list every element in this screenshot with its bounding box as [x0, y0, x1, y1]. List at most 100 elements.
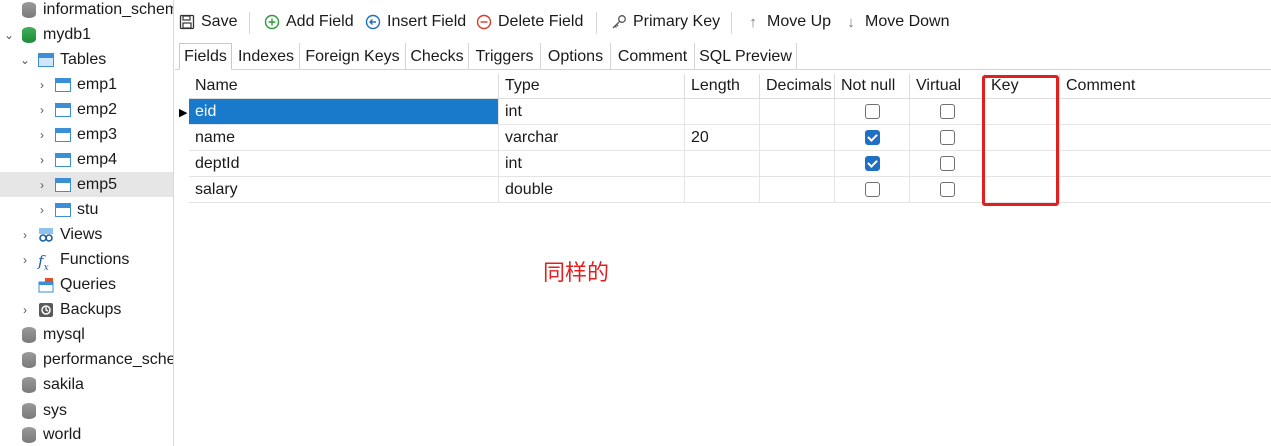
field-length-cell[interactable]	[685, 177, 760, 203]
tree-item-label: stu	[77, 200, 99, 218]
field-name-cell[interactable]: deptId	[189, 151, 499, 177]
virtual-cell	[910, 151, 985, 177]
insert-field-button[interactable]: Insert Field	[364, 6, 466, 38]
tab-triggers[interactable]: Triggers	[469, 43, 541, 70]
chevron-right-icon[interactable]: ›	[36, 78, 48, 92]
tab-comment[interactable]: Comment	[611, 43, 695, 70]
arrow-down-icon: ↓	[847, 13, 855, 31]
field-length-cell[interactable]: 20	[685, 125, 760, 151]
column-header-virtual[interactable]: Virtual	[910, 74, 985, 99]
tab-options[interactable]: Options	[541, 43, 611, 70]
table-icon	[55, 127, 71, 142]
not-null-checkbox[interactable]	[864, 130, 880, 145]
tree-item-performance-schema[interactable]: performance_schema	[0, 347, 173, 372]
backup-icon	[38, 302, 54, 318]
tree-item-sys[interactable]: sys	[0, 398, 173, 423]
column-header-comment[interactable]: Comment	[1060, 74, 1271, 99]
virtual-checkbox[interactable]	[939, 130, 955, 145]
tree-item-tables[interactable]: ⌄ Tables	[0, 47, 173, 72]
tree-item-emp1[interactable]: › emp1	[0, 72, 173, 97]
not-null-checkbox[interactable]	[864, 182, 880, 197]
database-open-icon	[22, 26, 36, 43]
virtual-cell	[910, 177, 985, 203]
tree-item-label: mysql	[43, 325, 85, 343]
tree-item-views[interactable]: › Views	[0, 222, 173, 247]
column-header-name[interactable]: Name	[189, 74, 499, 99]
field-type-cell[interactable]: varchar	[499, 125, 685, 151]
toolbar-divider	[249, 12, 250, 34]
tree-item-mysql[interactable]: mysql	[0, 322, 173, 347]
field-comment-cell[interactable]	[1060, 99, 1271, 125]
table-designer: Save Add Field Insert Field Delete Field	[175, 0, 1271, 446]
primary-key-button[interactable]: Primary Key	[610, 6, 720, 38]
delete-field-label: Delete Field	[498, 13, 584, 30]
field-comment-cell[interactable]	[1060, 177, 1271, 203]
tree-item-sakila[interactable]: sakila	[0, 372, 173, 397]
tab-indexes[interactable]: Indexes	[233, 43, 300, 70]
tree-item-emp3[interactable]: › emp3	[0, 122, 173, 147]
tree-item-functions[interactable]: › fx Functions	[0, 247, 173, 273]
chevron-down-icon[interactable]: ⌄	[3, 28, 15, 42]
not-null-checkbox[interactable]	[864, 156, 880, 171]
views-icon	[38, 227, 54, 243]
tree-item-information-schema[interactable]: information_schema	[0, 0, 173, 22]
tab-sql-preview[interactable]: SQL Preview	[695, 43, 797, 70]
field-type-cell[interactable]: int	[499, 151, 685, 177]
field-length-cell[interactable]	[685, 99, 760, 125]
toolbar-divider	[731, 12, 732, 34]
column-header-not-null[interactable]: Not null	[835, 74, 910, 99]
field-name-cell[interactable]: name	[189, 125, 499, 151]
column-header-type[interactable]: Type	[499, 74, 685, 99]
save-button[interactable]: Save	[178, 6, 237, 38]
tab-fields[interactable]: Fields	[179, 43, 232, 70]
field-comment-cell[interactable]	[1060, 125, 1271, 151]
tree-item-queries[interactable]: Queries	[0, 272, 173, 297]
field-type-cell[interactable]: int	[499, 99, 685, 125]
arrow-up-icon: ↑	[749, 13, 757, 31]
tree-item-emp2[interactable]: › emp2	[0, 97, 173, 122]
chevron-down-icon[interactable]: ⌄	[19, 53, 31, 67]
field-decimals-cell[interactable]	[760, 125, 835, 151]
tree-item-stu[interactable]: › stu	[0, 197, 173, 222]
delete-field-button[interactable]: Delete Field	[475, 6, 583, 38]
tree-item-emp5[interactable]: › emp5	[0, 172, 173, 197]
move-up-button[interactable]: ↑ Move Up	[744, 6, 831, 38]
field-decimals-cell[interactable]	[760, 99, 835, 125]
virtual-cell	[910, 99, 985, 125]
tree-item-backups[interactable]: › Backups	[0, 297, 173, 322]
column-header-length[interactable]: Length	[685, 74, 760, 99]
chevron-right-icon[interactable]: ›	[36, 128, 48, 142]
field-name-cell[interactable]: eid	[189, 99, 499, 125]
field-name-cell[interactable]: salary	[189, 177, 499, 203]
virtual-checkbox[interactable]	[939, 104, 955, 119]
add-field-button[interactable]: Add Field	[263, 6, 354, 38]
chevron-right-icon[interactable]: ›	[19, 228, 31, 242]
virtual-checkbox[interactable]	[939, 156, 955, 171]
tree-item-mydb1[interactable]: ⌄ mydb1	[0, 22, 173, 47]
field-decimals-cell[interactable]	[760, 177, 835, 203]
tab-checks[interactable]: Checks	[406, 43, 469, 70]
not-null-checkbox[interactable]	[864, 104, 880, 119]
chevron-right-icon[interactable]: ›	[36, 153, 48, 167]
column-header-decimals[interactable]: Decimals	[760, 74, 835, 99]
move-down-button[interactable]: ↓ Move Down	[842, 6, 949, 38]
chevron-right-icon[interactable]: ›	[19, 303, 31, 317]
field-length-cell[interactable]	[685, 151, 760, 177]
virtual-checkbox[interactable]	[939, 182, 955, 197]
remove-circle-icon	[475, 13, 493, 31]
tab-foreign-keys[interactable]: Foreign Keys	[300, 43, 406, 70]
chevron-right-icon[interactable]: ›	[36, 178, 48, 192]
chevron-right-icon[interactable]: ›	[36, 203, 48, 217]
tree-item-emp4[interactable]: › emp4	[0, 147, 173, 172]
field-decimals-cell[interactable]	[760, 151, 835, 177]
chevron-right-icon[interactable]: ›	[19, 253, 31, 267]
field-comment-cell[interactable]	[1060, 151, 1271, 177]
database-icon	[22, 402, 36, 419]
chevron-right-icon[interactable]: ›	[36, 103, 48, 117]
database-icon	[22, 351, 36, 368]
field-type-cell[interactable]: double	[499, 177, 685, 203]
tree-item-label: emp2	[77, 100, 118, 118]
tree-item-label: Views	[60, 225, 103, 243]
tree-item-world[interactable]: world	[0, 422, 173, 446]
not-null-cell	[835, 125, 910, 151]
